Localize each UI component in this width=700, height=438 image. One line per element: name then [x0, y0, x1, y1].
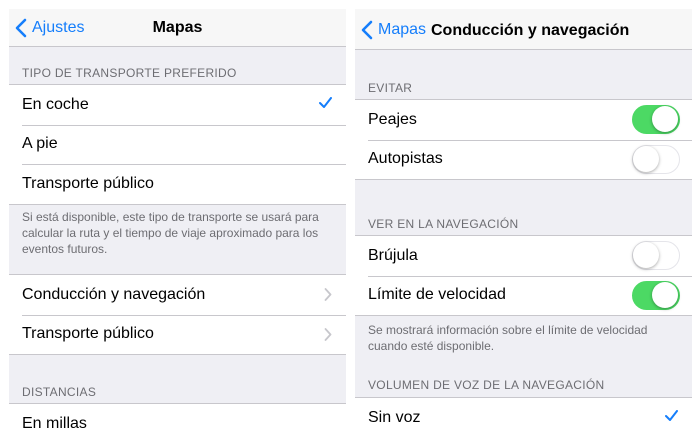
toggle-knob	[652, 106, 678, 132]
avoid-tolls-row: Peajes	[355, 100, 692, 140]
back-button-label: Mapas	[378, 21, 427, 38]
maps-settings-panel: Ajustes Mapas TIPO DE TRANSPORTE PREFERI…	[9, 9, 346, 438]
navigation-display-list: Brújula Límite de velocidad	[355, 235, 692, 316]
row-label: Sin voz	[368, 408, 421, 426]
chevron-right-icon	[324, 288, 332, 301]
avoid-list: Peajes Autopistas	[355, 99, 692, 180]
section-header-navigation-display: VER EN LA NAVEGACIÓN	[368, 217, 519, 231]
navigation-bar: Ajustes Mapas	[9, 9, 346, 47]
page-title: Mapas	[152, 19, 203, 36]
row-label: Conducción y navegación	[22, 285, 206, 303]
section-footer-navigation-display: Se mostrará información sobre el límite …	[368, 323, 648, 353]
avoid-highways-row: Autopistas	[355, 139, 692, 180]
toggle-knob	[652, 281, 678, 308]
transport-type-list: En coche A pie Transporte público	[9, 84, 346, 205]
transport-option-transit[interactable]: Transporte público	[9, 164, 346, 204]
settings-links-list: Conducción y navegación Transporte públi…	[9, 274, 346, 355]
checkmark-icon	[319, 97, 332, 108]
compass-toggle[interactable]	[632, 241, 680, 270]
link-driving-navigation[interactable]: Conducción y navegación	[9, 275, 346, 315]
chevron-right-icon	[324, 327, 332, 341]
compass-row: Brújula	[355, 236, 692, 276]
row-label: Transporte público	[22, 325, 154, 343]
navigation-bar: Mapas Conducción y navegación	[355, 9, 692, 50]
distances-list: En millas	[9, 403, 346, 438]
avoid-highways-toggle[interactable]	[632, 144, 680, 174]
transport-option-car[interactable]: En coche	[9, 85, 346, 125]
section-footer-transport: Si está disponible, este tipo de transpo…	[22, 210, 319, 256]
speed-limit-toggle[interactable]	[632, 280, 680, 310]
speed-limit-row: Límite de velocidad	[355, 275, 692, 316]
row-label: Transporte público	[22, 174, 154, 192]
driving-navigation-panel: Mapas Conducción y navegación EVITAR Pea…	[355, 9, 692, 438]
voice-volume-list: Sin voz	[355, 397, 692, 438]
row-label: Límite de velocidad	[368, 286, 506, 304]
chevron-left-icon	[361, 20, 373, 40]
checkmark-icon	[665, 410, 678, 421]
link-public-transport[interactable]: Transporte público	[9, 314, 346, 355]
section-header-transport: TIPO DE TRANSPORTE PREFERIDO	[22, 66, 237, 80]
section-header-distances: DISTANCIAS	[22, 385, 97, 399]
row-label: En millas	[22, 414, 87, 432]
page-title: Conducción y navegación	[431, 22, 630, 39]
row-label: Brújula	[368, 246, 418, 264]
section-header-voice-volume: VOLUMEN DE VOZ DE LA NAVEGACIÓN	[368, 378, 605, 392]
back-button[interactable]: Mapas	[361, 20, 426, 40]
row-label: A pie	[22, 135, 58, 153]
distance-option-miles[interactable]: En millas	[9, 404, 346, 438]
row-label: Autopistas	[368, 150, 443, 168]
avoid-tolls-toggle[interactable]	[632, 105, 680, 134]
transport-option-walk[interactable]: A pie	[9, 124, 346, 165]
voice-option-none[interactable]: Sin voz	[355, 398, 692, 438]
toggle-knob	[633, 242, 659, 268]
section-header-avoid: EVITAR	[368, 81, 413, 95]
toggle-knob	[633, 145, 659, 172]
row-label: En coche	[22, 95, 89, 113]
row-label: Peajes	[368, 110, 417, 128]
